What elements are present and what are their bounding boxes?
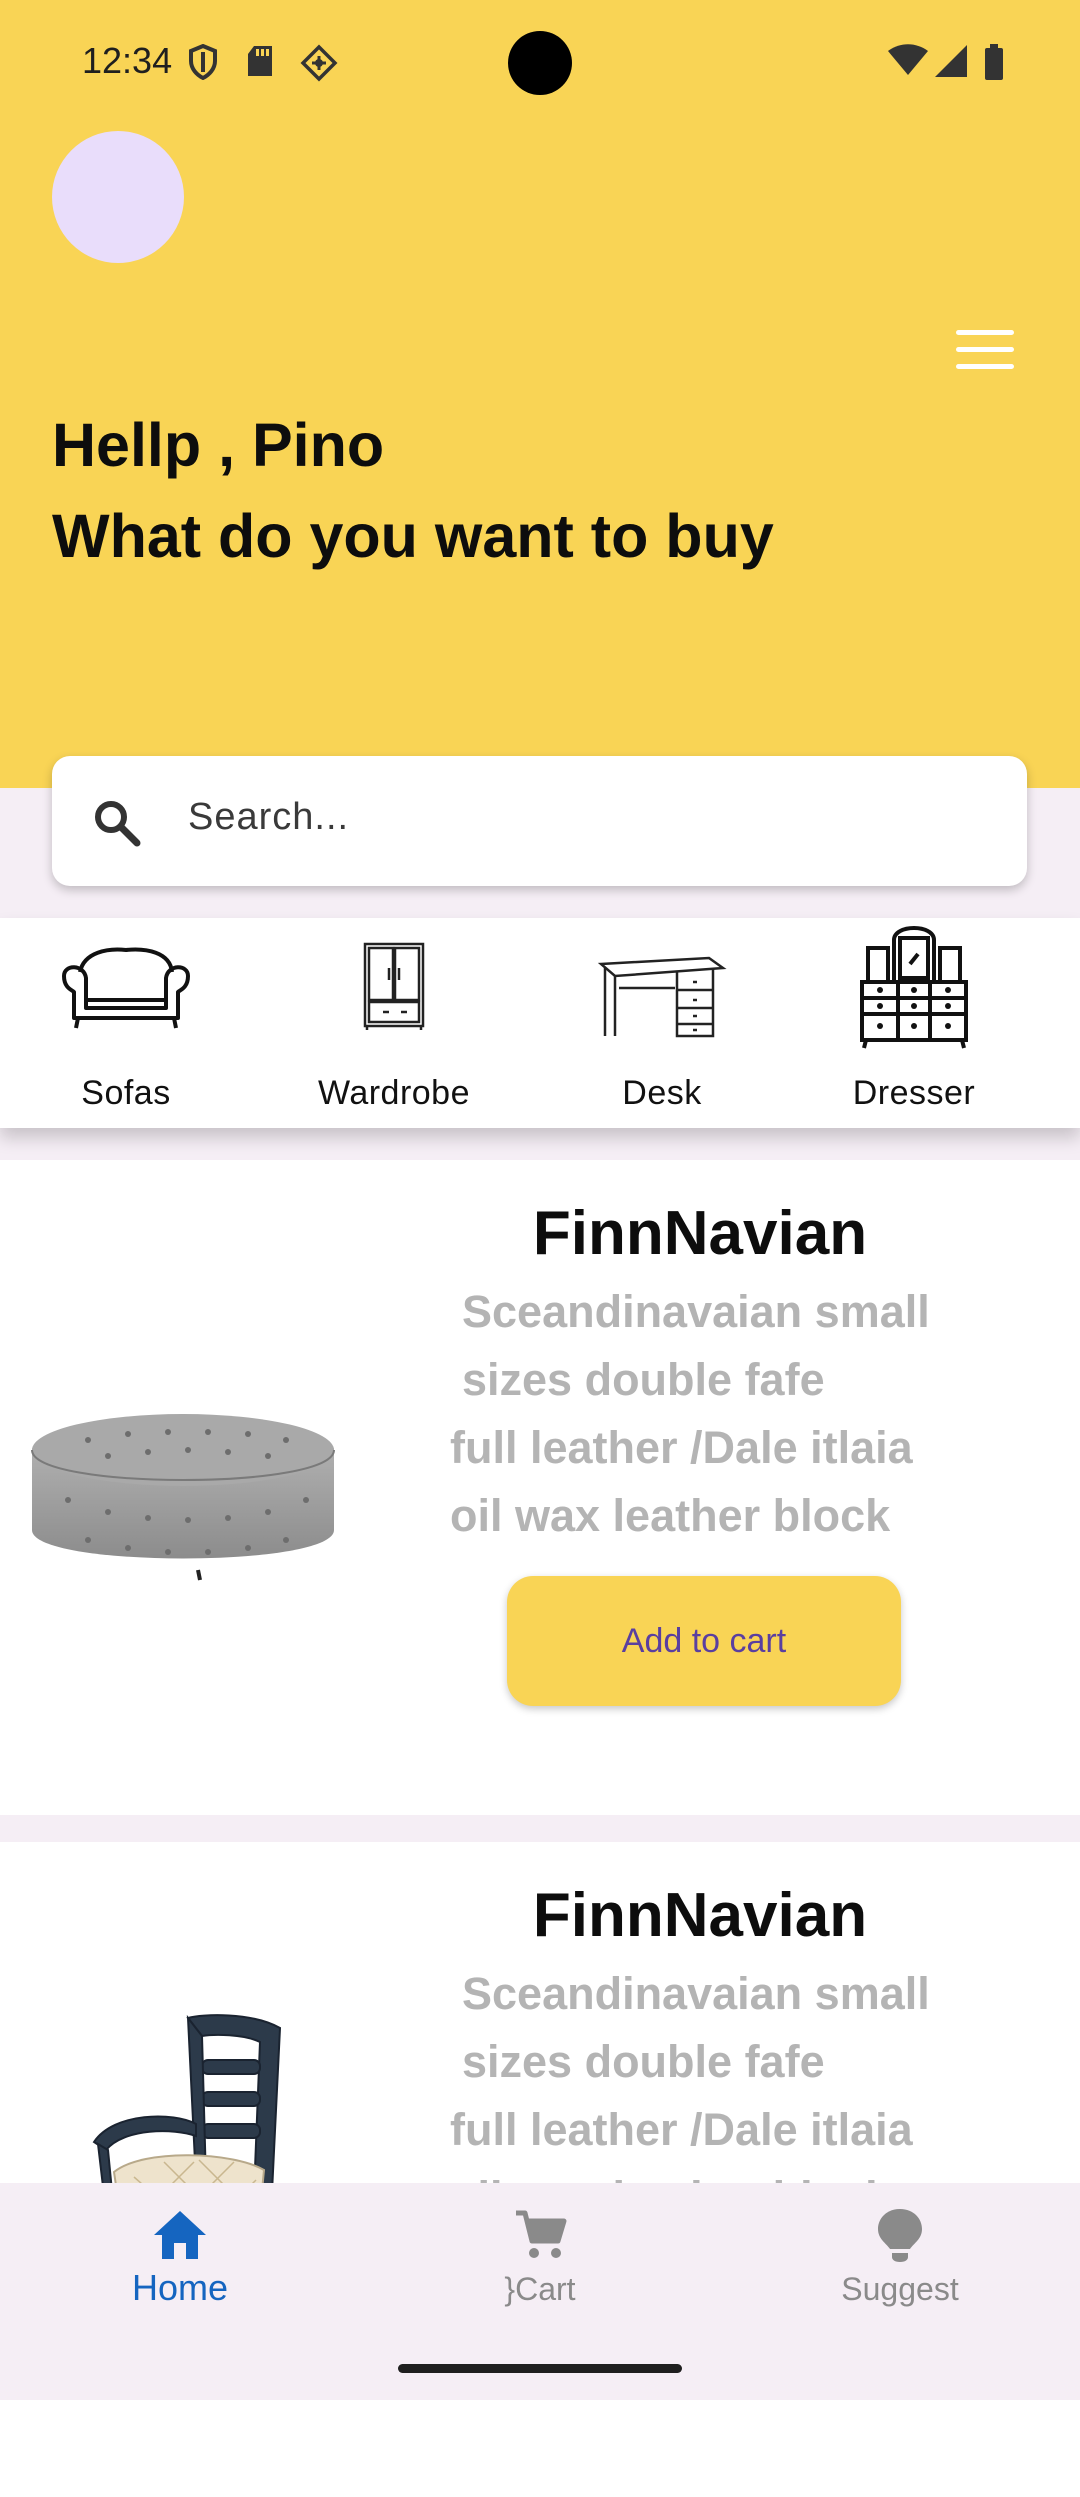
wooden-chair-image [92,2014,282,2183]
category-sofas[interactable]: Sofas [26,918,226,1128]
desk-icon [597,956,727,1038]
product-title: FinnNavian [532,1881,868,1950]
signal-icon [935,45,967,77]
add-to-cart-button[interactable]: Add to cart [507,1576,901,1706]
home-icon [154,2211,206,2259]
shield-icon [189,44,217,80]
category-dresser[interactable]: Dresser [814,918,1014,1128]
nav-label: }Cart [504,2271,576,2307]
camera-cutout [508,31,572,95]
greeting-name: Hellp , Pino [52,411,385,479]
sd-card-icon [248,46,272,76]
menu-icon[interactable] [956,330,1020,374]
wifi-icon [888,44,928,75]
nav-cart[interactable]: }Cart [430,2207,650,2308]
nav-label: Home [131,2267,229,2308]
status-time: 12:34 [82,40,173,81]
battery-icon [985,44,1003,80]
product-card[interactable]: FinnNavian Sceandinavaian small sizes do… [0,1160,1080,1815]
product-desc-line: sizes double fafe [462,1354,825,1405]
product-desc-line: oil wax leather block [450,1490,891,1541]
category-strip: Sofas Wardrobe Desk Dresser [0,918,1080,1128]
header-banner: 12:34 Hellp , Pino What do you want to b… [0,0,1080,788]
product-title: FinnNavian [532,1199,868,1268]
category-label: Desk [622,1074,702,1112]
search-placeholder: Search... [188,796,350,838]
lightbulb-icon [878,2209,922,2262]
status-bar: 12:34 [0,0,1080,128]
product-desc-line: full leather /Dale itlaia [450,2104,913,2155]
greeting-question: What do you want to buy [52,502,774,570]
nav-suggest[interactable]: Suggest [790,2207,1010,2308]
greeting: Hellp , Pino What do you want to buy [52,400,774,582]
product-image-frame [0,1842,440,2183]
avatar[interactable] [52,131,184,263]
tufted-ottoman-image [31,1414,335,1581]
product-desc-line: Sceandinavaian small [462,1968,930,2019]
product-desc-line: full leather /Dale itlaia [450,1422,913,1473]
product-desc-line: Sceandinavaian small [462,1286,930,1337]
category-label: Sofas [81,1074,171,1112]
search-input[interactable]: Search... [52,756,1027,886]
home-indicator [398,2364,682,2373]
dresser-icon [860,926,968,1049]
nav-home[interactable]: Home [70,2207,290,2309]
search-icon [95,801,141,847]
category-label: Dresser [852,1074,976,1112]
nav-label: Suggest [841,2271,959,2307]
product-description: Sceandinavaian small sizes double fafe f… [450,1278,970,1550]
cart-icon [516,2210,567,2258]
sofa-icon [62,947,190,1029]
category-label: Wardrobe [317,1074,471,1112]
diamond-app-icon [300,44,338,82]
category-wardrobe[interactable]: Wardrobe [294,918,494,1128]
product-desc-line: sizes double fafe [462,2036,825,2087]
wardrobe-icon [363,942,425,1030]
category-desk[interactable]: Desk [562,918,762,1128]
